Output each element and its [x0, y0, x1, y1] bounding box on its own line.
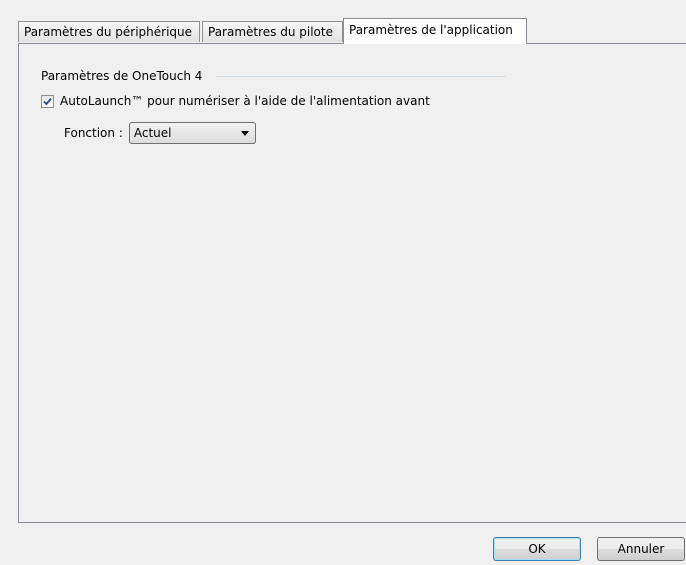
tab-driver-settings[interactable]: Paramètres du pilote	[202, 21, 343, 42]
autolaunch-row: AutoLaunch™ pour numériser à l'aide de l…	[41, 94, 430, 108]
autolaunch-label[interactable]: AutoLaunch™ pour numériser à l'aide de l…	[60, 94, 430, 108]
tab-strip: Paramètres du périphérique Paramètres du…	[18, 18, 686, 44]
ok-button[interactable]: OK	[493, 537, 581, 561]
cancel-button[interactable]: Annuler	[597, 537, 685, 561]
tab-label: Paramètres du pilote	[208, 25, 333, 39]
tab-panel: Paramètres de OneTouch 4 AutoLaunch™ pou…	[18, 43, 686, 523]
tab-label: Paramètres du périphérique	[24, 25, 193, 39]
checkmark-icon	[43, 97, 52, 105]
tab-device-settings[interactable]: Paramètres du périphérique	[18, 21, 200, 42]
cancel-button-label: Annuler	[617, 542, 665, 556]
tab-label: Paramètres de l'application	[349, 23, 513, 37]
group-title: Paramètres de OneTouch 4	[41, 69, 203, 83]
ok-button-label: OK	[528, 542, 546, 556]
tab-application-settings[interactable]: Paramètres de l'application	[343, 18, 527, 44]
autolaunch-checkbox[interactable]	[41, 94, 54, 108]
function-dropdown[interactable]: Actuel	[128, 122, 256, 144]
function-row: Fonction : Actuel	[64, 122, 256, 144]
function-label: Fonction :	[64, 126, 123, 140]
group-divider	[216, 76, 506, 77]
function-dropdown-value: Actuel	[133, 126, 172, 140]
chevron-down-icon	[240, 130, 249, 136]
